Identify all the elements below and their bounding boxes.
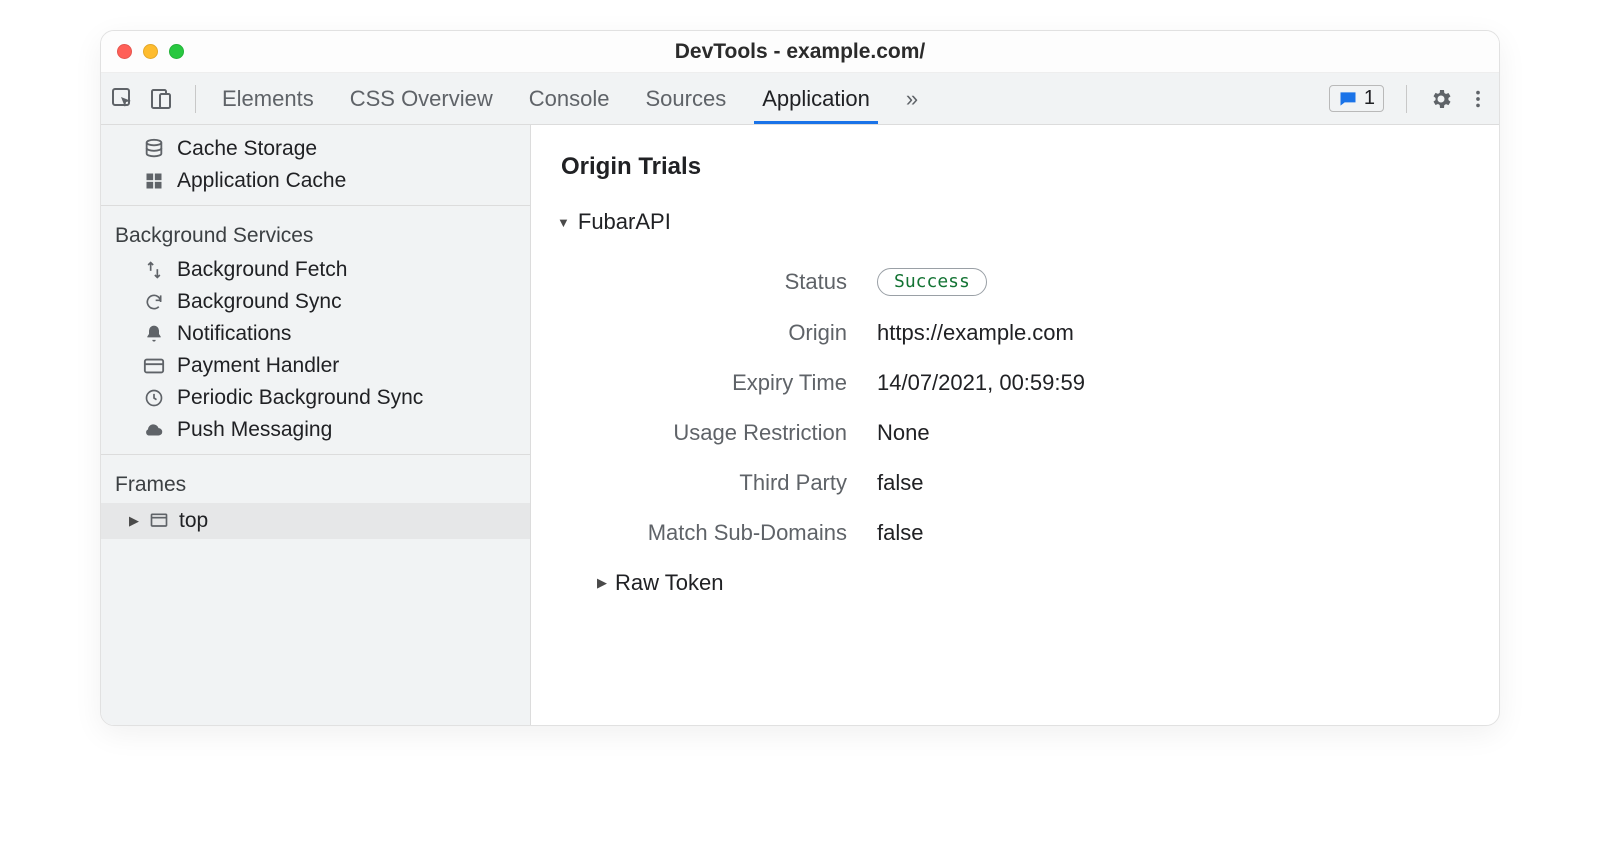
- tab-application[interactable]: Application: [744, 73, 888, 124]
- grid-icon: [141, 171, 167, 191]
- frame-label: top: [179, 509, 208, 533]
- tab-sources-label: Sources: [645, 86, 726, 112]
- sidebar-item-label: Background Sync: [177, 290, 342, 314]
- sidebar-item-application-cache[interactable]: Application Cache: [101, 165, 530, 197]
- row-expiry: Expiry Time 14/07/2021, 00:59:59: [617, 358, 1469, 408]
- sidebar-item-payment-handler[interactable]: Payment Handler: [101, 350, 530, 382]
- row-status: Status Success: [617, 255, 1469, 308]
- raw-token-label: Raw Token: [615, 570, 723, 596]
- value: https://example.com: [877, 320, 1074, 346]
- expand-icon: [129, 513, 139, 529]
- trial-item: FubarAPI Status Success Origin https://e…: [557, 209, 1469, 596]
- tab-console[interactable]: Console: [511, 73, 628, 124]
- section-title: Origin Trials: [561, 153, 1469, 181]
- application-sidebar: Cache Storage Application Cache Backgrou…: [101, 125, 531, 725]
- titlebar: DevTools - example.com/: [101, 31, 1499, 73]
- sidebar-item-label: Push Messaging: [177, 418, 332, 442]
- group-header: Frames: [101, 463, 530, 503]
- row-usage-restriction: Usage Restriction None: [617, 408, 1469, 458]
- value: None: [877, 420, 930, 446]
- sidebar-item-label: Cache Storage: [177, 137, 317, 161]
- tab-sources[interactable]: Sources: [627, 73, 744, 124]
- bell-icon: [141, 324, 167, 344]
- chevron-right-double-icon: »: [906, 86, 918, 112]
- trial-name: FubarAPI: [578, 209, 671, 235]
- value: false: [877, 470, 923, 496]
- frame-top[interactable]: top: [101, 503, 530, 539]
- sidebar-item-label: Notifications: [177, 322, 291, 346]
- expand-icon: [597, 575, 607, 591]
- tab-elements-label: Elements: [222, 86, 314, 112]
- label: Usage Restriction: [617, 420, 877, 446]
- value: false: [877, 520, 923, 546]
- sidebar-item-periodic-sync[interactable]: Periodic Background Sync: [101, 382, 530, 414]
- tab-css-overview[interactable]: CSS Overview: [332, 73, 511, 124]
- toolbar-separator: [1406, 85, 1407, 113]
- row-match-subdomains: Match Sub-Domains false: [617, 508, 1469, 558]
- collapse-icon: [557, 215, 570, 230]
- row-third-party: Third Party false: [617, 458, 1469, 508]
- sidebar-item-label: Background Fetch: [177, 258, 347, 282]
- issues-count: 1: [1364, 87, 1375, 110]
- window-title: DevTools - example.com/: [101, 40, 1499, 64]
- cache-group: Cache Storage Application Cache: [101, 125, 530, 206]
- issues-badge[interactable]: 1: [1329, 85, 1384, 112]
- trial-header[interactable]: FubarAPI: [557, 209, 1469, 235]
- sidebar-item-background-fetch[interactable]: Background Fetch: [101, 254, 530, 286]
- sidebar-item-notifications[interactable]: Notifications: [101, 318, 530, 350]
- sidebar-item-background-sync[interactable]: Background Sync: [101, 286, 530, 318]
- clock-icon: [141, 388, 167, 408]
- card-icon: [141, 355, 167, 377]
- sidebar-item-label: Application Cache: [177, 169, 346, 193]
- fetch-icon: [141, 260, 167, 280]
- sidebar-item-push-messaging[interactable]: Push Messaging: [101, 414, 530, 446]
- label: Expiry Time: [617, 370, 877, 396]
- background-services-group: Background Services Background Fetch Bac…: [101, 206, 530, 455]
- sidebar-item-label: Payment Handler: [177, 354, 339, 378]
- device-toolbar-icon[interactable]: [149, 87, 173, 111]
- more-tabs-button[interactable]: »: [888, 73, 936, 124]
- label: Third Party: [617, 470, 877, 496]
- label: Status: [617, 269, 877, 295]
- more-icon[interactable]: [1467, 88, 1489, 110]
- trial-details-table: Status Success Origin https://example.co…: [617, 255, 1469, 558]
- maximize-window-button[interactable]: [169, 44, 184, 59]
- close-window-button[interactable]: [117, 44, 132, 59]
- main-content: Origin Trials FubarAPI Status Success Or…: [531, 125, 1499, 725]
- window-controls: [117, 44, 184, 59]
- status-badge: Success: [877, 268, 987, 296]
- settings-icon[interactable]: [1429, 87, 1453, 111]
- raw-token-toggle[interactable]: Raw Token: [597, 570, 1469, 596]
- label: Origin: [617, 320, 877, 346]
- tab-css-overview-label: CSS Overview: [350, 86, 493, 112]
- cloud-icon: [141, 419, 167, 441]
- tab-console-label: Console: [529, 86, 610, 112]
- tab-elements[interactable]: Elements: [204, 73, 332, 124]
- row-origin: Origin https://example.com: [617, 308, 1469, 358]
- sidebar-item-cache-storage[interactable]: Cache Storage: [101, 133, 530, 165]
- database-icon: [141, 138, 167, 160]
- tab-application-label: Application: [762, 86, 870, 112]
- frames-group: Frames top: [101, 455, 530, 547]
- sync-icon: [141, 292, 167, 312]
- body: Cache Storage Application Cache Backgrou…: [101, 125, 1499, 725]
- value: 14/07/2021, 00:59:59: [877, 370, 1085, 396]
- devtools-window: DevTools - example.com/ Elements CSS Ove…: [100, 30, 1500, 726]
- minimize-window-button[interactable]: [143, 44, 158, 59]
- main-toolbar: Elements CSS Overview Console Sources Ap…: [101, 73, 1499, 125]
- message-icon: [1338, 89, 1358, 109]
- label: Match Sub-Domains: [617, 520, 877, 546]
- toolbar-separator: [195, 85, 196, 113]
- sidebar-item-label: Periodic Background Sync: [177, 386, 423, 410]
- inspect-element-icon[interactable]: [111, 87, 135, 111]
- group-header: Background Services: [101, 214, 530, 254]
- frame-icon: [149, 511, 169, 531]
